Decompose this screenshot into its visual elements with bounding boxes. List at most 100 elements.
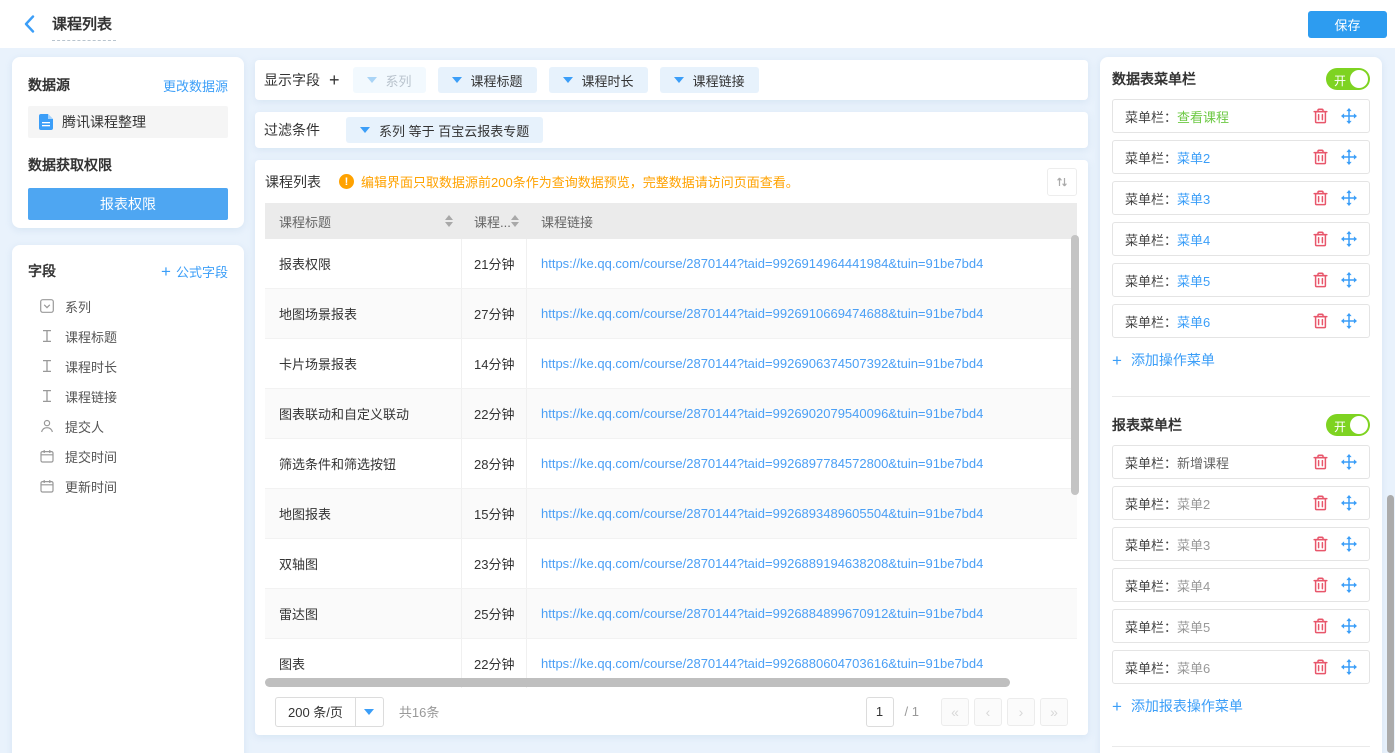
delete-menu-button[interactable]	[1313, 108, 1328, 124]
horizontal-scrollbar[interactable]	[265, 678, 1010, 687]
display-field-tag[interactable]: 课程标题	[438, 67, 537, 93]
reorder-button[interactable]	[1047, 168, 1077, 196]
formula-field-link[interactable]: + 公式字段	[161, 262, 228, 281]
menu-item[interactable]: 菜单栏： 菜单5	[1112, 609, 1370, 643]
warning-icon: !	[339, 174, 354, 189]
course-link[interactable]: https://ke.qq.com/course/2870144?taid=99…	[527, 389, 1077, 438]
field-item[interactable]: 提交人	[28, 411, 228, 441]
delete-menu-button[interactable]	[1313, 577, 1328, 593]
delete-menu-button[interactable]	[1313, 231, 1328, 247]
menu-item[interactable]: 菜单栏： 菜单6	[1112, 304, 1370, 338]
move-menu-button[interactable]	[1341, 495, 1357, 511]
display-field-tag[interactable]: 系列	[353, 67, 426, 93]
field-item[interactable]: 课程时长	[28, 351, 228, 381]
move-menu-button[interactable]	[1341, 108, 1357, 124]
display-field-tag[interactable]: 课程链接	[660, 67, 759, 93]
change-datasource-link[interactable]: 更改数据源	[163, 76, 228, 95]
page-size-value: 200 条/页	[276, 702, 355, 721]
delete-menu-button[interactable]	[1313, 190, 1328, 206]
menu-item-prefix: 菜单栏：	[1125, 148, 1177, 167]
menu-item[interactable]: 菜单栏： 菜单3	[1112, 527, 1370, 561]
delete-menu-button[interactable]	[1313, 313, 1328, 329]
course-link[interactable]: https://ke.qq.com/course/2870144?taid=99…	[527, 489, 1077, 538]
course-link[interactable]: https://ke.qq.com/course/2870144?taid=99…	[527, 539, 1077, 588]
menu-item[interactable]: 菜单栏： 查看课程	[1112, 99, 1370, 133]
course-link[interactable]: https://ke.qq.com/course/2870144?taid=99…	[527, 339, 1077, 388]
next-page-button[interactable]: ›	[1007, 698, 1035, 726]
menu-item[interactable]: 菜单栏： 菜单6	[1112, 650, 1370, 684]
filter-tag[interactable]: 系列 等于 百宝云报表专题	[346, 117, 543, 143]
menu-item-label: 菜单3	[1177, 535, 1210, 554]
menu-item-label: 菜单4	[1177, 230, 1210, 249]
move-menu-button[interactable]	[1341, 659, 1357, 675]
field-label: 更新时间	[65, 477, 117, 496]
field-item[interactable]: 提交时间	[28, 441, 228, 471]
add-report-menu-label: 添加报表操作菜单	[1131, 696, 1243, 716]
move-menu-button[interactable]	[1341, 577, 1357, 593]
first-page-button[interactable]: «	[941, 698, 969, 726]
move-icon	[1341, 149, 1357, 165]
column-header-duration[interactable]: 课程...	[462, 203, 527, 239]
move-icon	[1341, 454, 1357, 470]
window-vertical-scrollbar[interactable]	[1387, 495, 1394, 753]
menu-item[interactable]: 菜单栏： 菜单4	[1112, 222, 1370, 256]
text-icon	[40, 389, 54, 403]
menu-item[interactable]: 菜单栏： 菜单2	[1112, 486, 1370, 520]
delete-menu-button[interactable]	[1313, 454, 1328, 470]
back-button[interactable]	[24, 15, 35, 38]
menu-item[interactable]: 菜单栏： 新增课程	[1112, 445, 1370, 479]
sort-carets-icon	[445, 215, 453, 227]
menu-item-label: 菜单2	[1177, 148, 1210, 167]
delete-menu-button[interactable]	[1313, 495, 1328, 511]
report-permission-button[interactable]: 报表权限	[28, 188, 228, 220]
course-link[interactable]: https://ke.qq.com/course/2870144?taid=99…	[527, 439, 1077, 488]
back-chevron-icon	[24, 15, 35, 33]
sort-arrows-icon	[1055, 175, 1069, 189]
course-title-cell: 报表权限	[265, 239, 462, 288]
move-menu-button[interactable]	[1341, 231, 1357, 247]
move-menu-button[interactable]	[1341, 272, 1357, 288]
table-menu-toggle[interactable]: 开	[1326, 68, 1370, 90]
column-header-title[interactable]: 课程标题	[265, 203, 462, 239]
menu-item[interactable]: 菜单栏： 菜单4	[1112, 568, 1370, 602]
move-menu-button[interactable]	[1341, 454, 1357, 470]
table-vertical-scrollbar[interactable]	[1071, 235, 1079, 495]
add-table-menu-link[interactable]: + 添加操作菜单	[1112, 350, 1370, 370]
course-link[interactable]: https://ke.qq.com/course/2870144?taid=99…	[527, 239, 1077, 288]
delete-menu-button[interactable]	[1313, 536, 1328, 552]
page-size-select[interactable]: 200 条/页	[275, 697, 384, 727]
delete-menu-button[interactable]	[1313, 149, 1328, 165]
move-menu-button[interactable]	[1341, 149, 1357, 165]
field-item[interactable]: 课程链接	[28, 381, 228, 411]
menu-item[interactable]: 菜单栏： 菜单3	[1112, 181, 1370, 215]
prev-page-button[interactable]: ‹	[974, 698, 1002, 726]
field-item[interactable]: 更新时间	[28, 471, 228, 501]
report-menu-heading: 报表菜单栏	[1112, 415, 1182, 435]
move-menu-button[interactable]	[1341, 190, 1357, 206]
delete-menu-button[interactable]	[1313, 272, 1328, 288]
course-link[interactable]: https://ke.qq.com/course/2870144?taid=99…	[527, 589, 1077, 638]
current-page-input[interactable]: 1	[866, 697, 894, 727]
menu-item[interactable]: 菜单栏： 菜单5	[1112, 263, 1370, 297]
move-menu-button[interactable]	[1341, 536, 1357, 552]
datasource-item[interactable]: 腾讯课程整理	[28, 106, 228, 138]
field-item[interactable]: 课程标题	[28, 321, 228, 351]
move-menu-button[interactable]	[1341, 313, 1357, 329]
add-report-menu-link[interactable]: + 添加报表操作菜单	[1112, 696, 1370, 716]
report-menu-toggle[interactable]: 开	[1326, 414, 1370, 436]
save-button[interactable]: 保存	[1308, 11, 1387, 38]
sort-carets-icon	[511, 215, 519, 227]
last-page-button[interactable]: »	[1040, 698, 1068, 726]
move-menu-button[interactable]	[1341, 618, 1357, 634]
delete-menu-button[interactable]	[1313, 659, 1328, 675]
add-display-field-button[interactable]: +	[329, 71, 340, 89]
page-title[interactable]: 课程列表	[52, 13, 116, 41]
course-duration-cell: 14分钟	[462, 339, 527, 388]
text-icon	[40, 359, 54, 373]
menu-item[interactable]: 菜单栏： 菜单2	[1112, 140, 1370, 174]
field-item[interactable]: 系列	[28, 291, 228, 321]
delete-menu-button[interactable]	[1313, 618, 1328, 634]
display-field-tag[interactable]: 课程时长	[549, 67, 648, 93]
course-link[interactable]: https://ke.qq.com/course/2870144?taid=99…	[527, 289, 1077, 338]
menu-item-prefix: 菜单栏：	[1125, 453, 1177, 472]
